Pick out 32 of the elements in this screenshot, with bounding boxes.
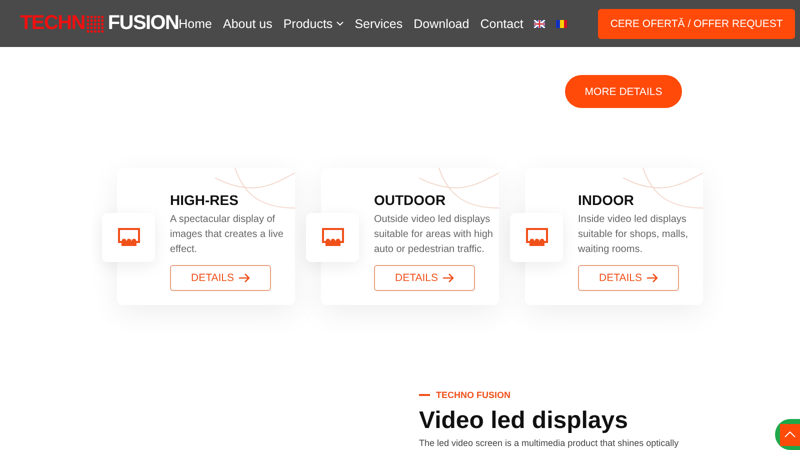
nav-link[interactable]: Download: [414, 16, 470, 30]
logo-text: TECHN: [20, 12, 85, 35]
arrow-right-icon: [442, 273, 454, 283]
nav-link[interactable]: Home: [178, 16, 212, 30]
card-title: INDOOR: [578, 192, 635, 208]
audience-screen-icon: [526, 228, 548, 247]
section-heading: Video led displays: [419, 407, 628, 435]
logo-text: FUSION: [108, 12, 179, 35]
card-text: A spectacular display of images that creates a live effect.: [170, 213, 284, 257]
card-text: Inside video led displays suitable for shops, malls, waiting rooms.: [578, 213, 690, 257]
scroll-top-button[interactable]: [775, 419, 800, 450]
arrow-right-icon: [646, 273, 658, 283]
nav-link[interactable]: Products: [283, 16, 344, 30]
details-button[interactable]: DETAILS: [374, 265, 475, 291]
card-title: OUTDOOR: [374, 192, 447, 208]
details-button[interactable]: DETAILS: [170, 265, 271, 291]
romania-flag-icon[interactable]: [556, 20, 568, 28]
audience-screen-icon: [322, 228, 344, 247]
arrow-right-icon: [238, 273, 250, 283]
details-button[interactable]: DETAILS: [578, 265, 679, 291]
audience-screen-icon: [118, 228, 140, 247]
dot-grid-icon: [86, 14, 104, 32]
logo[interactable]: TECHN FUSION: [20, 12, 179, 35]
section-text: The led video screen is a multimedia product that shines optically: [419, 438, 680, 448]
nav-link[interactable]: About us: [223, 16, 272, 30]
section-eyebrow: TECHNO FUSION: [436, 390, 511, 400]
nav-link[interactable]: Contact: [480, 16, 524, 30]
chevron-up-icon: [784, 431, 796, 438]
uk-flag-icon[interactable]: [534, 20, 546, 28]
nav-link[interactable]: Services: [354, 16, 403, 30]
card-title: HIGH-RES: [170, 192, 240, 208]
card-text: Outside video led displays suitable for areas with high auto or pedestrian traffic.: [374, 213, 494, 257]
